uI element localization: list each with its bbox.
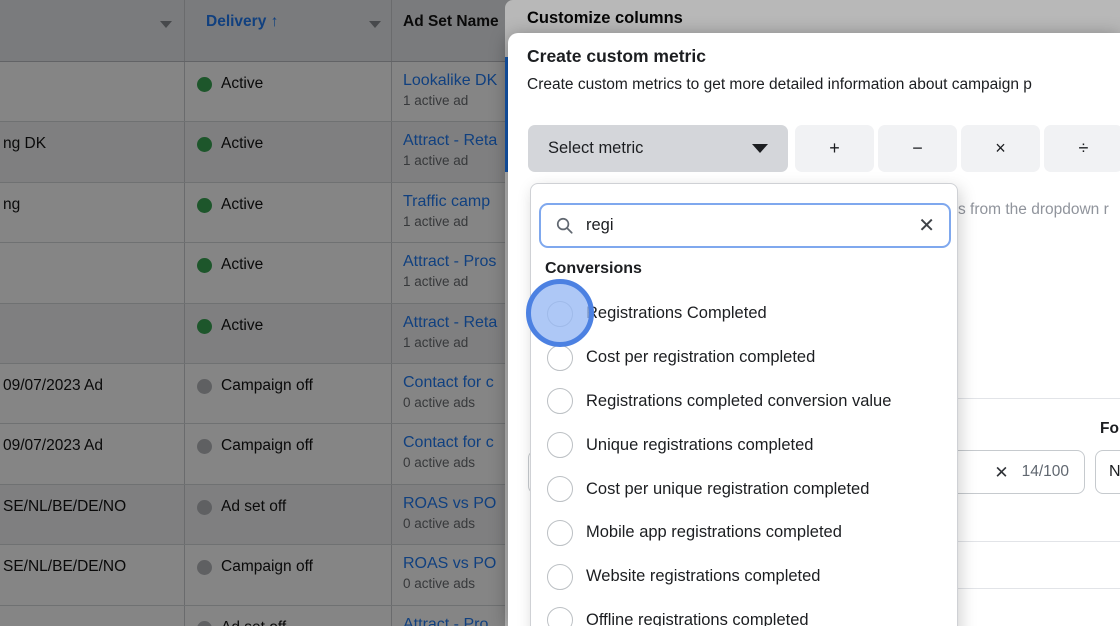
section-heading: Conversions: [545, 260, 642, 277]
ads-manager-screen: Delivery ↑ Ad Set Name Active Lookalike …: [0, 0, 1120, 626]
radio-icon[interactable]: [547, 344, 573, 371]
chevron-down-icon: [752, 144, 768, 153]
minus-operator-button[interactable]: −: [878, 125, 957, 172]
divider: [958, 541, 1120, 542]
plus-operator-button[interactable]: +: [795, 125, 874, 172]
metric-search-input[interactable]: regi ✕: [539, 203, 951, 248]
multiply-operator-button[interactable]: ×: [961, 125, 1040, 172]
radio-icon[interactable]: [547, 476, 573, 503]
divider: [958, 398, 1120, 399]
metric-option[interactable]: Mobile app registrations completed: [531, 511, 957, 555]
radio-icon[interactable]: [547, 432, 573, 459]
metric-option[interactable]: Cost per registration completed: [531, 336, 957, 380]
select-metric-label: Select metric: [548, 139, 644, 157]
dialog-title: Create custom metric: [527, 46, 706, 66]
select-metric-dropdown[interactable]: Select metric: [528, 125, 788, 172]
formula-builder: Select metric + − × ÷: [528, 125, 1120, 172]
radio-icon[interactable]: [547, 519, 573, 546]
metric-option[interactable]: Registrations completed conversion value: [531, 380, 957, 424]
metric-option[interactable]: Unique registrations completed: [531, 423, 957, 467]
metric-search-panel: regi ✕ Conversions Registrations Complet…: [530, 183, 958, 626]
search-query-text: regi: [586, 216, 614, 234]
metric-option[interactable]: Registrations Completed: [531, 292, 957, 336]
radio-icon[interactable]: [547, 563, 573, 590]
formula-helper-text: s from the dropdown r: [958, 201, 1109, 218]
metric-options-list: Registrations Completed Cost per registr…: [531, 292, 957, 626]
divide-operator-button[interactable]: ÷: [1044, 125, 1120, 172]
dialog-subtitle: Create custom metrics to get more detail…: [527, 76, 1032, 93]
radio-icon[interactable]: [547, 388, 573, 415]
metric-option[interactable]: Website registrations completed: [531, 555, 957, 599]
character-counter: 14/100: [1021, 463, 1069, 480]
metric-option[interactable]: Cost per unique registration completed: [531, 467, 957, 511]
radio-icon[interactable]: [547, 607, 573, 626]
format-select[interactable]: N: [1095, 450, 1120, 494]
metric-option[interactable]: Offline registrations completed: [531, 599, 957, 626]
clear-name-icon[interactable]: ✕: [994, 464, 1008, 481]
divider: [958, 588, 1120, 589]
format-value: N: [1109, 463, 1120, 480]
clear-search-icon[interactable]: ✕: [918, 216, 935, 236]
format-label: Fo: [1100, 420, 1119, 437]
radio-icon[interactable]: [547, 300, 573, 327]
search-icon: [556, 217, 573, 234]
